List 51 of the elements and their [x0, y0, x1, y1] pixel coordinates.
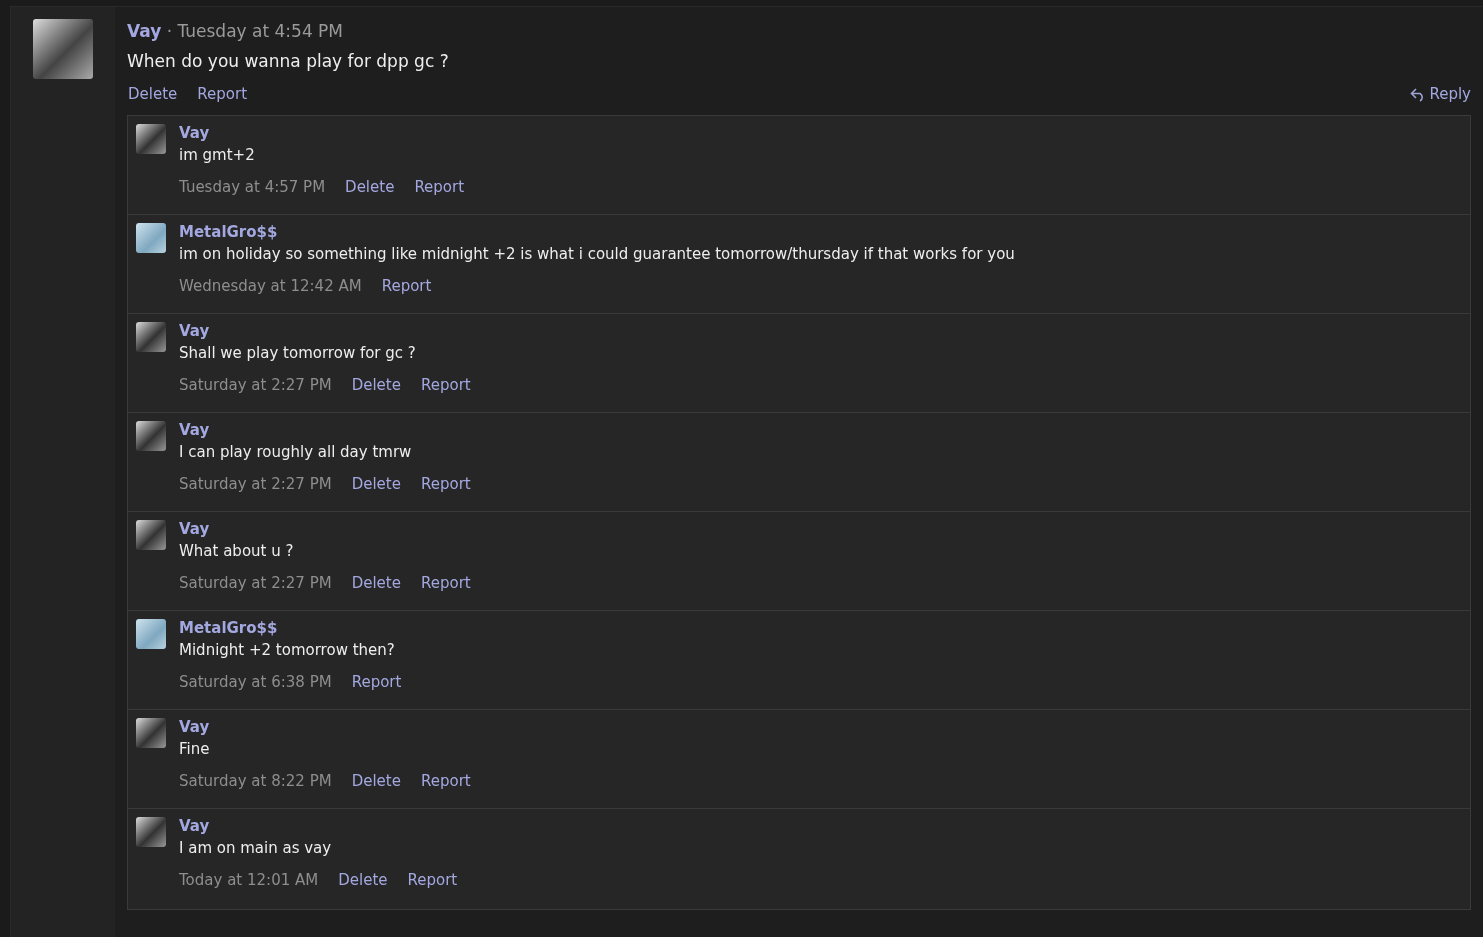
- comment-action-link[interactable]: Report: [381, 277, 432, 295]
- comment-text: Fine: [179, 740, 211, 758]
- comment-time: Saturday at 6:38 PM: [179, 673, 332, 691]
- comment-time: Tuesday at 4:57 PM: [179, 178, 326, 196]
- author-name[interactable]: MetalGro$$: [179, 619, 402, 637]
- author-name[interactable]: Vay: [179, 520, 471, 538]
- comment-time: Saturday at 2:27 PM: [179, 574, 332, 592]
- user-avatar[interactable]: [136, 520, 166, 550]
- comment-action-link[interactable]: Report: [420, 574, 471, 592]
- comment-action-link[interactable]: Delete: [351, 772, 401, 790]
- author-name[interactable]: MetalGro$$: [179, 223, 1015, 241]
- author-name[interactable]: Vay: [179, 421, 471, 439]
- author-name[interactable]: Vay: [179, 322, 471, 340]
- comment-action-link[interactable]: Report: [420, 772, 471, 790]
- comment-action-link[interactable]: Delete: [338, 871, 388, 889]
- comment-time: Wednesday at 12:42 AM: [179, 277, 362, 295]
- author-name[interactable]: Vay: [179, 718, 471, 736]
- comment-action-link[interactable]: Delete: [351, 376, 401, 394]
- comment-time: Today at 12:01 AM: [179, 871, 319, 889]
- comment-action-link[interactable]: Report: [351, 673, 402, 691]
- user-avatar[interactable]: [136, 124, 166, 154]
- post-time: · Tuesday at 4:54 PM: [166, 21, 344, 41]
- post-text: When do you wanna play for dpp gc ?: [127, 51, 450, 71]
- comment-text: Shall we play tomorrow for gc ?: [179, 344, 417, 362]
- comment-action-link[interactable]: Delete: [345, 178, 395, 196]
- comment-text: im gmt+2: [179, 146, 256, 164]
- author-name[interactable]: Vay: [179, 817, 458, 835]
- comment-action-link[interactable]: Report: [420, 376, 471, 394]
- user-avatar[interactable]: [136, 421, 166, 451]
- comment-text: I can play roughly all day tmrw: [179, 443, 413, 461]
- comment-text: Midnight +2 tomorrow then?: [179, 641, 396, 659]
- comment-action-link[interactable]: Delete: [351, 574, 401, 592]
- user-avatar[interactable]: [33, 19, 93, 79]
- comment-time: Saturday at 8:22 PM: [179, 772, 332, 790]
- comment-text: I am on main as vay: [179, 839, 333, 857]
- post-action-link[interactable]: Delete: [128, 85, 178, 103]
- comment-text: What about u ?: [179, 542, 295, 560]
- user-avatar[interactable]: [136, 718, 166, 748]
- comment-text: im on holiday so something like midnight +2 is what i could guarantee tomorrow/thursday if that works for you: [179, 245, 1015, 263]
- user-avatar[interactable]: [136, 322, 166, 352]
- reply-link[interactable]: Reply: [1410, 85, 1471, 103]
- comment-action-link[interactable]: Report: [407, 871, 458, 889]
- author-name[interactable]: Vay: [127, 21, 162, 41]
- comment-time: Saturday at 2:27 PM: [179, 475, 332, 493]
- user-avatar[interactable]: [136, 817, 166, 847]
- comment-action-link[interactable]: Report: [420, 475, 471, 493]
- comment-time: Saturday at 2:27 PM: [179, 376, 332, 394]
- comment-action-link[interactable]: Delete: [351, 475, 401, 493]
- post-action-link[interactable]: Report: [197, 85, 248, 103]
- comment-action-link[interactable]: Report: [414, 178, 465, 196]
- author-name[interactable]: Vay: [179, 124, 465, 142]
